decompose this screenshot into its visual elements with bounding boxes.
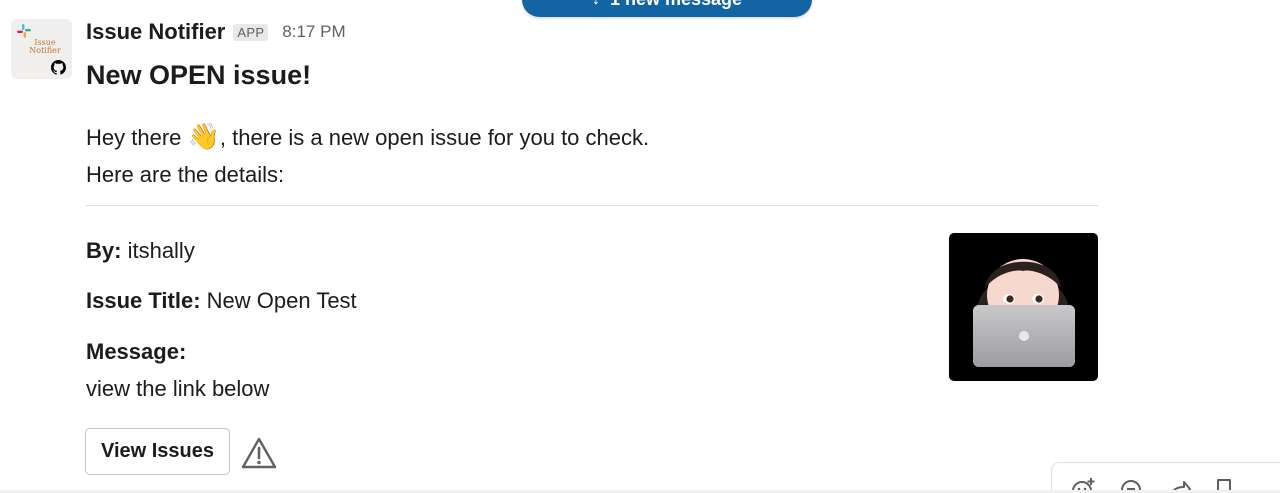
message-actions-toolbar: [1051, 462, 1280, 493]
section-divider: [86, 205, 1098, 206]
intro-line-2: Here are the details:: [86, 162, 285, 187]
field-issue-title: Issue Title: New Open Test: [86, 288, 357, 313]
message-title: New OPEN issue!: [86, 60, 312, 90]
app-name-link[interactable]: Issue Notifier: [86, 19, 225, 45]
app-avatar[interactable]: Issue Notifier: [11, 19, 72, 79]
new-message-label: 1 new message: [610, 0, 742, 10]
new-message-pill[interactable]: ↓ 1 new message: [522, 0, 812, 17]
field-message-value: view the link below: [86, 376, 270, 401]
message-timestamp[interactable]: 8:17 PM: [282, 22, 345, 42]
message-intro: Hey there 👋, there is a new open issue f…: [86, 118, 649, 193]
view-issues-button[interactable]: View Issues: [85, 428, 230, 475]
user-avatar-image[interactable]: [949, 233, 1098, 381]
arrow-down-icon: ↓: [592, 0, 600, 9]
github-icon: [51, 60, 66, 75]
waving-hand-emoji[interactable]: 👋: [188, 121, 220, 151]
message-header: Issue Notifier APP 8:17 PM: [86, 17, 346, 47]
app-badge: APP: [233, 23, 269, 41]
app-logo-text: Issue Notifier: [29, 38, 61, 55]
field-by: By: itshally: [86, 238, 195, 263]
slack-logo-icon: [17, 24, 31, 38]
warning-icon[interactable]: [240, 436, 278, 470]
field-message-label: Message:: [86, 339, 187, 364]
